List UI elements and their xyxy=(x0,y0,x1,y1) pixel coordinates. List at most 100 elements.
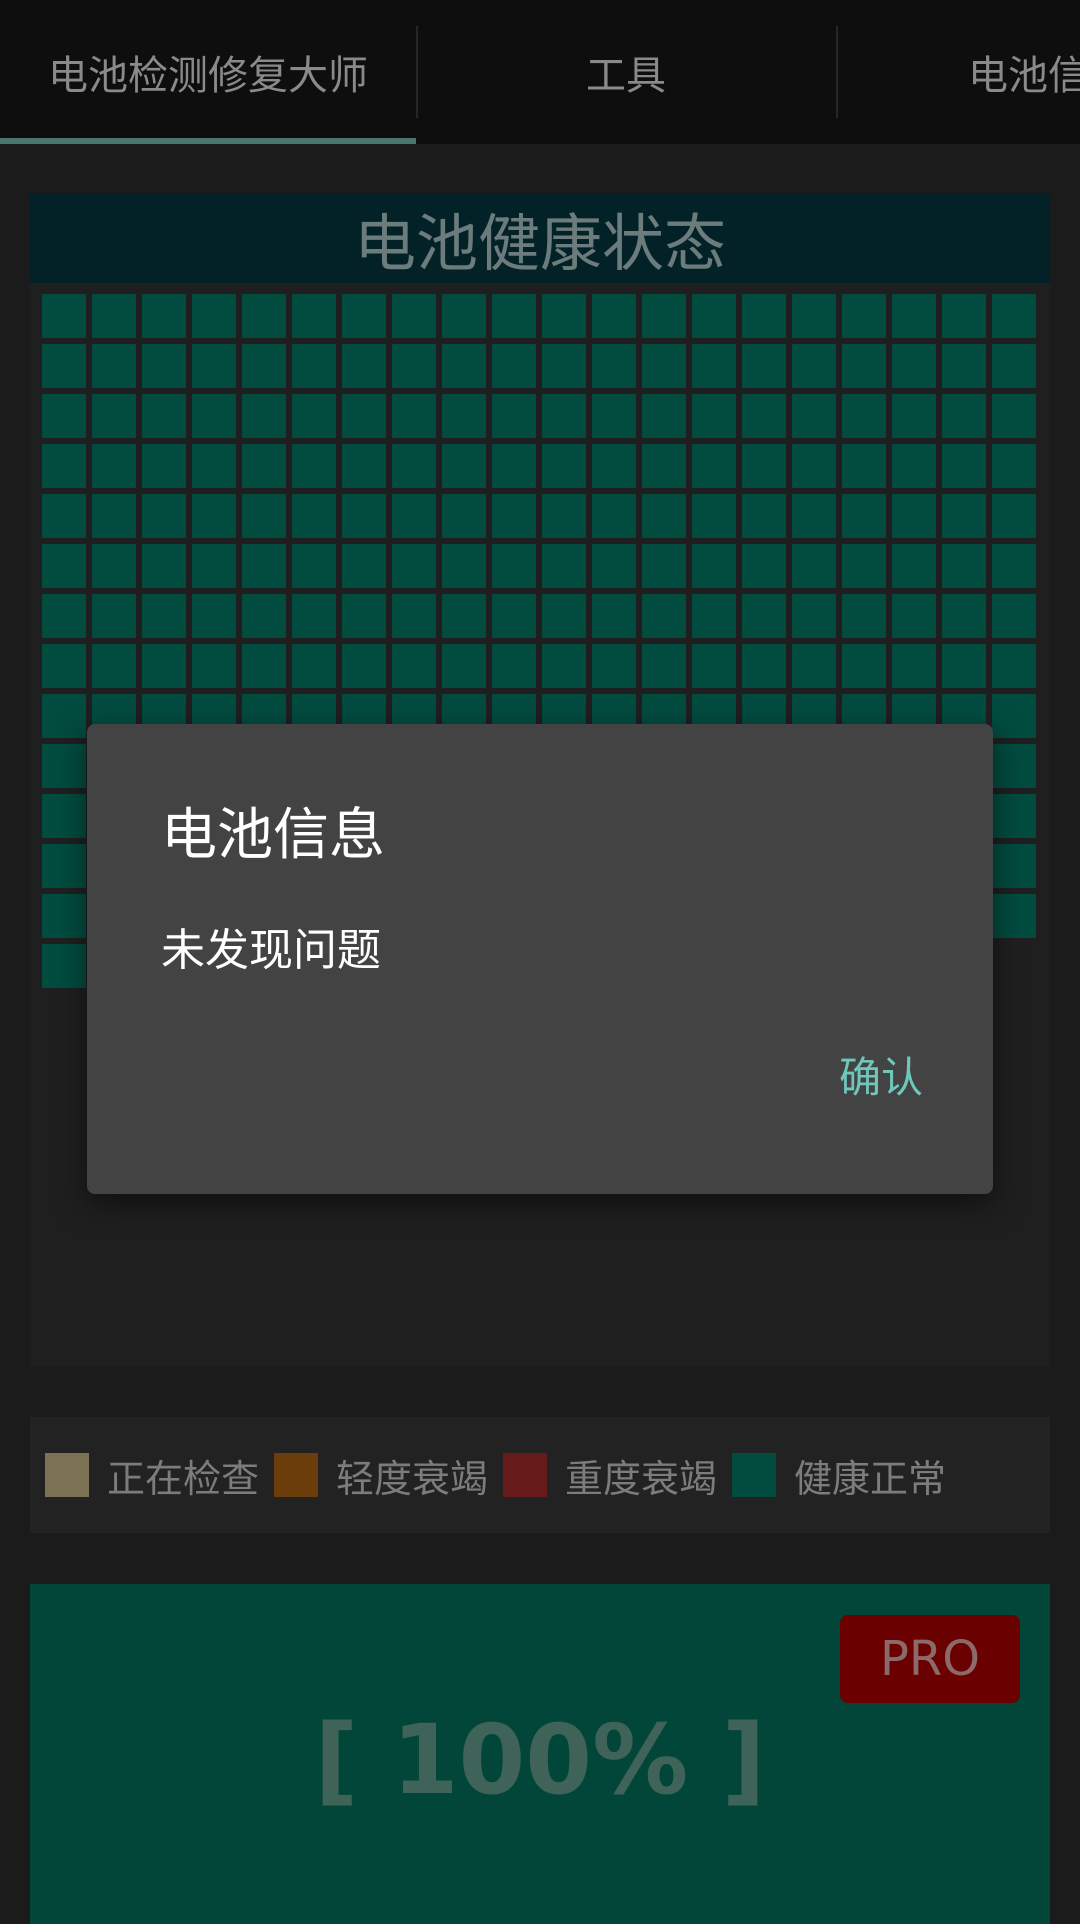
health-cell xyxy=(292,594,336,638)
health-cell xyxy=(442,344,486,388)
health-cell xyxy=(842,444,886,488)
battery-percent-panel: PRO [ 100% ] xyxy=(30,1584,1050,1924)
battery-info-dialog: 电池信息 未发现问题 确认 xyxy=(87,724,993,1194)
health-cell xyxy=(692,494,736,538)
health-cell xyxy=(792,294,836,338)
health-cell xyxy=(392,394,436,438)
health-cell xyxy=(542,394,586,438)
health-cell xyxy=(742,394,786,438)
health-cell xyxy=(442,594,486,638)
health-cell xyxy=(42,344,86,388)
health-cell xyxy=(942,444,986,488)
health-cell xyxy=(492,644,536,688)
health-cell xyxy=(992,744,1036,788)
health-cell xyxy=(692,444,736,488)
health-cell xyxy=(342,544,386,588)
health-cell xyxy=(992,444,1036,488)
health-cell xyxy=(42,544,86,588)
health-cell xyxy=(642,394,686,438)
health-cell xyxy=(42,644,86,688)
health-cell xyxy=(842,594,886,638)
health-cell xyxy=(792,344,836,388)
health-cell xyxy=(642,544,686,588)
health-cell xyxy=(592,294,636,338)
health-cell xyxy=(742,644,786,688)
health-cell xyxy=(642,294,686,338)
confirm-button[interactable]: 确认 xyxy=(839,1044,923,1105)
health-cell xyxy=(392,294,436,338)
health-cell xyxy=(892,444,936,488)
health-cell xyxy=(892,644,936,688)
health-cell xyxy=(942,644,986,688)
health-cell xyxy=(542,544,586,588)
health-cell xyxy=(692,344,736,388)
health-cell xyxy=(692,394,736,438)
health-cell xyxy=(142,494,186,538)
health-cell xyxy=(992,794,1036,838)
health-cell xyxy=(342,444,386,488)
health-cell xyxy=(692,644,736,688)
legend-item-severe: 重度衰竭 xyxy=(503,1448,717,1503)
health-cell xyxy=(92,644,136,688)
health-cell xyxy=(992,294,1036,338)
health-cell xyxy=(42,394,86,438)
legend-swatch xyxy=(732,1453,777,1497)
health-cell xyxy=(842,544,886,588)
health-cell xyxy=(842,344,886,388)
health-cell xyxy=(242,594,286,638)
tab-label: 电池检测修复大师 xyxy=(48,53,368,99)
health-cell xyxy=(792,394,836,438)
health-cell xyxy=(492,294,536,338)
health-cell xyxy=(492,544,536,588)
health-cell xyxy=(542,344,586,388)
health-cell xyxy=(342,394,386,438)
health-cell xyxy=(792,444,836,488)
health-cell xyxy=(692,294,736,338)
tab-battery-info[interactable]: 电池信 xyxy=(838,0,1080,144)
health-cell xyxy=(342,494,386,538)
health-cell xyxy=(992,844,1036,888)
health-cell xyxy=(92,544,136,588)
health-cell xyxy=(292,644,336,688)
health-cell xyxy=(942,544,986,588)
tab-label: 电池信 xyxy=(968,53,1080,99)
health-cell xyxy=(142,594,186,638)
tab-battery-master[interactable]: 电池检测修复大师 xyxy=(0,0,416,144)
health-cell xyxy=(392,544,436,588)
health-cell xyxy=(992,644,1036,688)
health-cell xyxy=(42,844,86,888)
health-cell xyxy=(542,294,586,338)
health-cell xyxy=(492,394,536,438)
health-cell xyxy=(892,494,936,538)
health-cell xyxy=(192,444,236,488)
health-cell xyxy=(842,294,886,338)
health-cell xyxy=(592,544,636,588)
health-cell xyxy=(292,394,336,438)
health-cell xyxy=(442,294,486,338)
legend-label: 正在检查 xyxy=(107,1456,260,1501)
health-cell xyxy=(142,544,186,588)
health-cell xyxy=(192,544,236,588)
health-cell xyxy=(342,344,386,388)
health-cell xyxy=(592,394,636,438)
health-cell xyxy=(842,494,886,538)
tab-bar: 电池检测修复大师 工具 电池信 xyxy=(0,0,1080,144)
health-cell xyxy=(242,344,286,388)
tab-tools[interactable]: 工具 xyxy=(418,0,834,144)
health-cell xyxy=(192,494,236,538)
health-cell xyxy=(792,494,836,538)
legend-label: 健康正常 xyxy=(794,1456,947,1501)
health-cell xyxy=(542,494,586,538)
health-cell xyxy=(142,294,186,338)
health-cell xyxy=(642,494,686,538)
health-cell xyxy=(592,444,636,488)
health-cell xyxy=(242,494,286,538)
pro-badge[interactable]: PRO xyxy=(840,1615,1020,1703)
health-cell xyxy=(542,444,586,488)
health-cell xyxy=(642,444,686,488)
health-cell xyxy=(392,344,436,388)
active-tab-indicator xyxy=(0,138,416,144)
health-cell xyxy=(992,594,1036,638)
health-cell xyxy=(942,394,986,438)
health-cell xyxy=(992,544,1036,588)
